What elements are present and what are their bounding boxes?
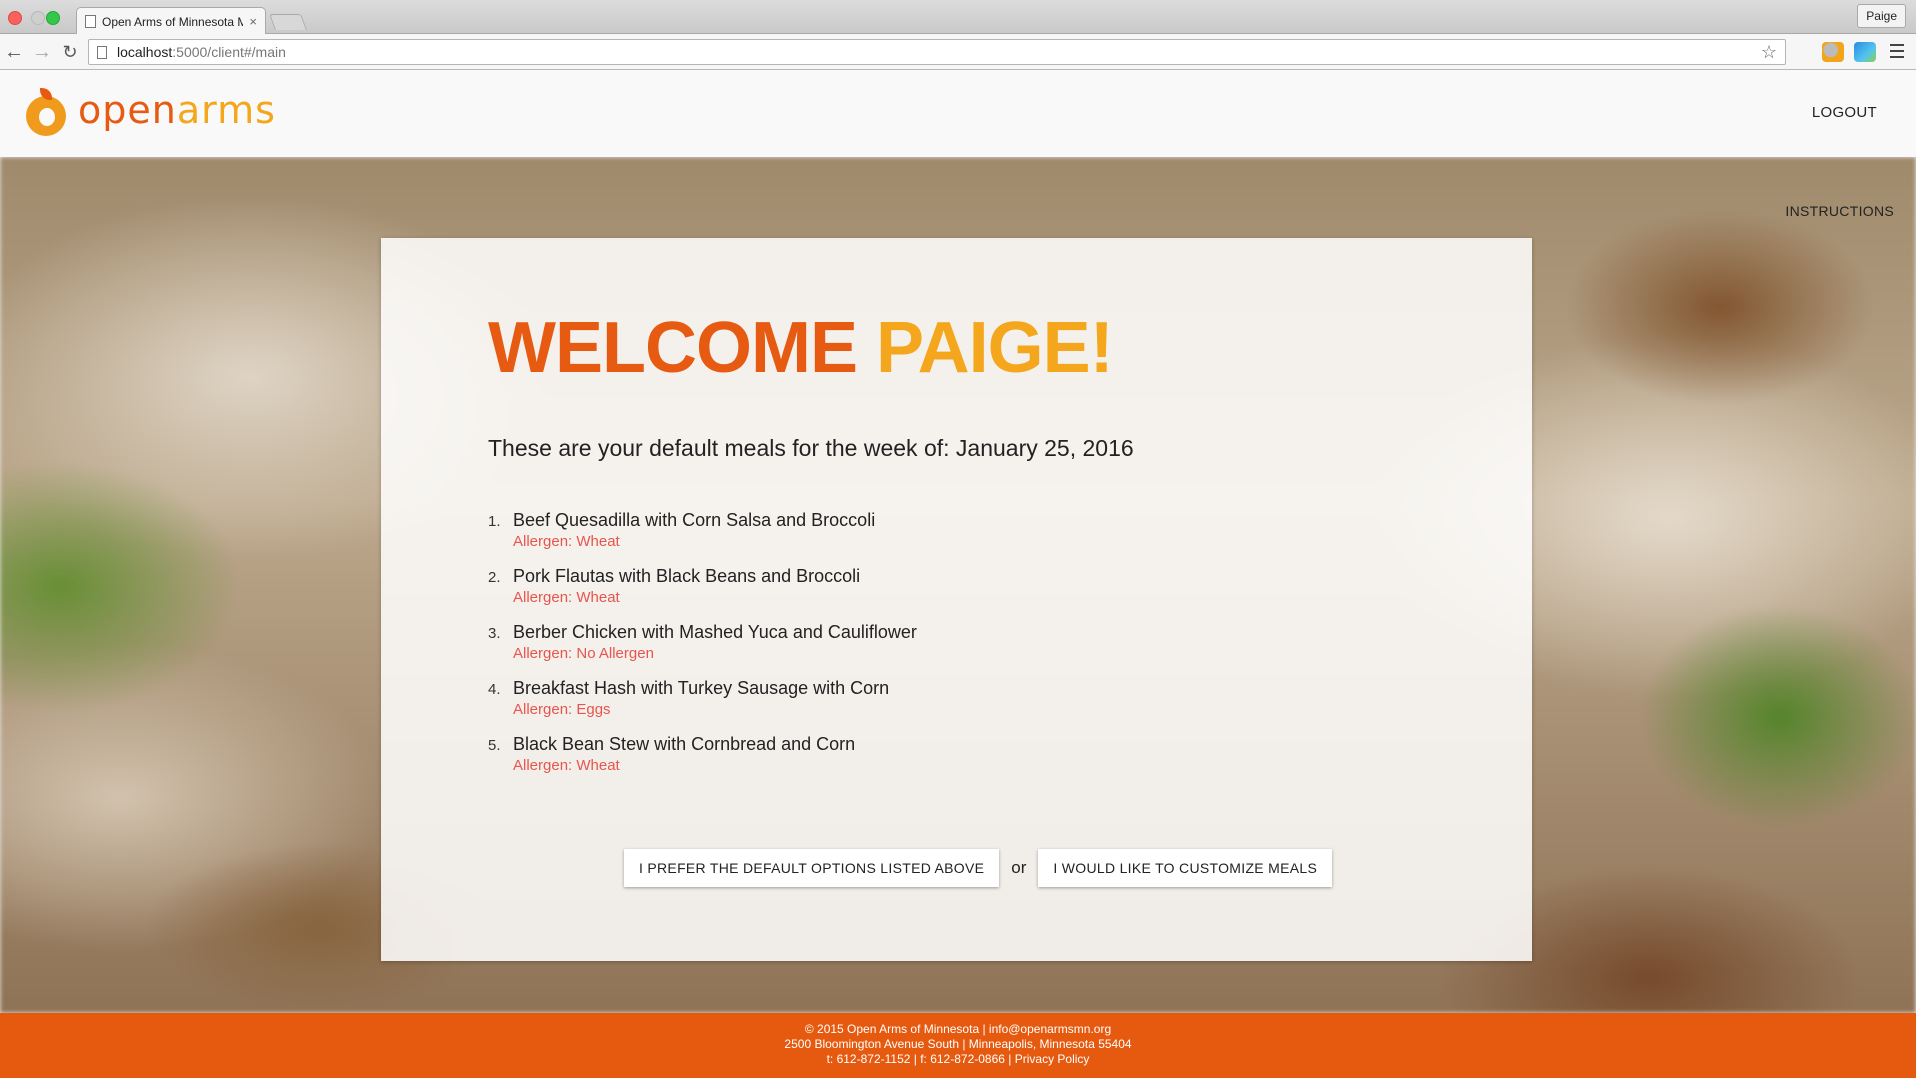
footer-copyright: © 2015 Open Arms of Minnesota | info@ope… [804,1022,1112,1036]
meal-item: 1. Beef Quesadilla with Corn Salsa and B… [488,508,1188,564]
logo[interactable]: openarms [26,88,276,136]
instructions-link[interactable]: INSTRUCTIONS [1785,203,1894,219]
logo-text-arms: arms [176,88,276,132]
logout-link[interactable]: LOGOUT [1812,104,1877,121]
url-host: localhost [117,44,173,60]
profile-button[interactable]: Paige [1857,4,1906,28]
tab-title: Open Arms of Minnesota M [102,14,244,29]
browser-toolbar: ← → ↻ localhost:5000/client#/main ☆ [0,34,1916,70]
meal-number: 1. [488,513,501,530]
meal-allergen: Allergen: Wheat [513,533,620,550]
welcome-heading: WELCOME PAIGE! [488,308,1114,388]
logo-text: openarms [78,88,276,132]
meal-number: 4. [488,681,501,698]
footer-contact: t: 612-872-1152 | f: 612-872-0866 | Priv… [826,1052,1090,1066]
meal-name: Beef Quesadilla with Corn Salsa and Broc… [513,510,876,530]
meal-allergen: Allergen: Wheat [513,589,620,606]
extension-icon[interactable] [1822,42,1844,62]
browser-tab[interactable]: Open Arms of Minnesota M × [76,7,266,35]
page: openarms LOGOUT INSTRUCTIONS WELCOME PAI… [0,70,1916,1078]
meal-name: Breakfast Hash with Turkey Sausage with … [513,678,890,698]
browser-menu-icon[interactable] [1890,44,1904,58]
browser-tab-bar: Open Arms of Minnesota M × Paige [0,0,1916,35]
meal-number: 3. [488,625,501,642]
meal-choice-actions: I PREFER THE DEFAULT OPTIONS LISTED ABOV… [624,849,1333,887]
or-separator: or [1011,858,1027,877]
site-footer: © 2015 Open Arms of Minnesota | info@ope… [0,1013,1916,1078]
meal-item: 4. Breakfast Hash with Turkey Sausage wi… [488,676,1188,732]
url-path: :5000/client#/main [172,44,286,60]
maximize-window-button[interactable] [46,11,60,25]
meal-allergen: Allergen: No Allergen [513,645,654,662]
extension-icon[interactable] [1854,42,1876,62]
footer-address: 2500 Bloomington Avenue South | Minneapo… [784,1037,1132,1051]
meal-item: 5. Black Bean Stew with Cornbread and Co… [488,732,1188,788]
welcome-card: WELCOME PAIGE! These are your default me… [381,238,1532,961]
new-tab-button[interactable] [269,14,307,30]
page-info-icon[interactable] [97,45,107,59]
user-name: PAIGE! [875,308,1114,388]
welcome-word: WELCOME [488,308,858,388]
meal-name: Black Bean Stew with Cornbread and Corn [513,734,856,754]
meal-list: 1. Beef Quesadilla with Corn Salsa and B… [488,508,1188,788]
tab-close-icon[interactable]: × [249,14,257,29]
meal-allergen: Allergen: Wheat [513,757,620,774]
close-window-button[interactable] [8,11,22,25]
logo-mark-icon [26,88,66,136]
meal-number: 5. [488,737,501,754]
meal-item: 2. Pork Flautas with Black Beans and Bro… [488,564,1188,620]
customize-meals-button[interactable]: I WOULD LIKE TO CUSTOMIZE MEALS [1038,849,1333,887]
forward-arrow-icon[interactable]: → [30,40,54,64]
address-url[interactable]: localhost:5000/client#/main [117,44,1761,60]
week-date: January 25, 2016 [955,435,1134,461]
meal-name: Berber Chicken with Mashed Yuca and Caul… [513,622,917,642]
subtitle-prefix: These are your default meals for the wee… [488,435,950,461]
bookmark-star-icon[interactable]: ☆ [1761,42,1777,63]
meal-item: 3. Berber Chicken with Mashed Yuca and C… [488,620,1188,676]
logo-text-open: open [78,88,177,132]
address-bar[interactable]: localhost:5000/client#/main ☆ [88,39,1786,65]
site-header: openarms LOGOUT [0,70,1916,157]
reload-icon[interactable]: ↻ [58,40,82,64]
minimize-window-button[interactable] [31,11,45,25]
week-subtitle: These are your default meals for the wee… [488,435,1134,462]
meal-name: Pork Flautas with Black Beans and Brocco… [513,566,861,586]
page-icon [85,15,96,28]
meal-number: 2. [488,569,501,586]
meal-allergen: Allergen: Eggs [513,701,611,718]
default-options-button[interactable]: I PREFER THE DEFAULT OPTIONS LISTED ABOV… [624,849,1000,887]
back-arrow-icon[interactable]: ← [2,40,26,64]
